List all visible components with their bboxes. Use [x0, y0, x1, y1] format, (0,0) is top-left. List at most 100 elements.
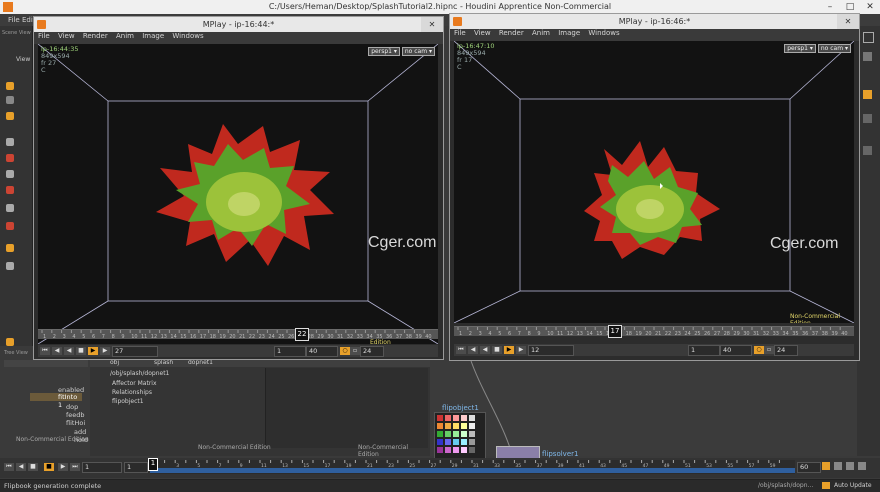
mplay-window-right[interactable]: MPlay - ip-16:46:* ✕ File View Render An…	[449, 13, 860, 361]
camera-tool-icon[interactable]	[6, 204, 14, 212]
mplay-frame-ruler[interactable]: 1234567891011121314151617181920212223242…	[38, 328, 438, 341]
jump-start-icon[interactable]: ⏮	[456, 346, 466, 354]
step-back-icon[interactable]: ◀	[16, 463, 26, 471]
mplay-title-bar[interactable]: MPlay - ip-16:46:* ✕	[450, 14, 859, 29]
step-back-icon[interactable]: ◀	[468, 346, 478, 354]
path-tab-splash[interactable]: splash	[154, 359, 173, 366]
loop-icon[interactable]: ○	[340, 347, 350, 355]
shelf-bottom-icon[interactable]	[6, 338, 14, 346]
mplay-menu-image[interactable]: Image	[558, 29, 580, 37]
snap-tool-icon[interactable]	[6, 186, 14, 194]
pane-option-icon[interactable]	[863, 32, 874, 43]
mplay-menu-file[interactable]: File	[454, 29, 466, 37]
display-tool-icon[interactable]	[6, 262, 14, 270]
mplay-menu-render[interactable]: Render	[499, 29, 524, 37]
node-label[interactable]: flipobject1	[442, 404, 479, 412]
close-button[interactable]: ✕	[860, 0, 880, 14]
real-time-icon[interactable]: ▫	[350, 347, 360, 355]
play-icon[interactable]: ▶	[88, 347, 98, 355]
view-tab[interactable]: View	[16, 56, 30, 63]
mplay-menu-windows[interactable]: Windows	[588, 29, 619, 37]
mplay-title-bar[interactable]: MPlay - ip-16:44:* ✕	[34, 17, 443, 32]
auto-update-button[interactable]: Auto Update	[834, 482, 872, 489]
range-end-field[interactable]: 40	[306, 346, 338, 357]
scale-tool-icon[interactable]	[6, 138, 14, 146]
tree-item[interactable]: dop	[66, 403, 78, 411]
jump-end-icon[interactable]: ⏭	[70, 463, 80, 471]
jump-end-icon[interactable]: ▶	[100, 347, 110, 355]
range-start-field[interactable]: 1	[274, 346, 306, 357]
mplay-menu-anim[interactable]: Anim	[532, 29, 550, 37]
frame-start-field[interactable]: 1	[82, 462, 122, 473]
persp-camera-menu[interactable]: persp1 ▾	[368, 47, 400, 56]
play-icon[interactable]: ■	[44, 463, 54, 471]
frame-field[interactable]: 1	[124, 462, 148, 473]
mplay-menu-file[interactable]: File	[38, 32, 50, 40]
mplay-menu-image[interactable]: Image	[142, 32, 164, 40]
rotate-tool-icon[interactable]	[6, 112, 14, 120]
play-icon[interactable]: ▶	[504, 346, 514, 354]
key-icon[interactable]	[822, 462, 830, 470]
play-forward-icon[interactable]: ▶	[58, 463, 68, 471]
jump-end-icon[interactable]: ▶	[516, 346, 526, 354]
mplay-viewport[interactable]: ip-16:47:10 849x594 fr 17 C persp1 ▾ no …	[454, 41, 854, 323]
jump-start-icon[interactable]: ⏮	[40, 347, 50, 355]
data-tree-item[interactable]: flipobject1	[112, 398, 144, 405]
update-icon[interactable]	[822, 482, 830, 489]
audio-icon[interactable]	[858, 462, 866, 470]
range-start-field[interactable]: 1	[688, 345, 720, 356]
render-tool-icon[interactable]	[6, 244, 14, 252]
mplay-viewport[interactable]: ip-16:44:35 849x594 fr 27 C persp1 ▾ no …	[38, 44, 438, 344]
mplay-close-button[interactable]: ✕	[837, 14, 859, 29]
node-label[interactable]: flipsolver1	[542, 450, 578, 458]
stop-icon[interactable]: ■	[76, 347, 86, 355]
data-tree-item[interactable]: Relationships	[112, 389, 152, 396]
jump-start-icon[interactable]: ⏮	[4, 463, 14, 471]
tree-item-selected[interactable]: fitInto 1	[30, 393, 82, 409]
stop-icon[interactable]: ■	[28, 463, 38, 471]
move-tool-icon[interactable]	[6, 96, 14, 104]
mplay-menu-anim[interactable]: Anim	[116, 32, 134, 40]
play-back-icon[interactable]: ◀	[64, 347, 74, 355]
channel-icon[interactable]	[834, 462, 842, 470]
minimize-button[interactable]: –	[820, 0, 840, 14]
persp-camera-menu[interactable]: persp1 ▾	[784, 44, 816, 53]
tree-item[interactable]: add	[74, 428, 86, 436]
maximize-button[interactable]: □	[840, 0, 860, 14]
path-tab-obj[interactable]: obj	[110, 359, 119, 366]
fps-field[interactable]: 24	[360, 346, 384, 357]
shade-option-icon[interactable]	[863, 146, 872, 155]
stop-icon[interactable]: ■	[492, 346, 502, 354]
data-tree-item[interactable]: Affector Matrix	[112, 380, 157, 387]
light-tool-icon[interactable]	[6, 222, 14, 230]
color-palette[interactable]	[434, 412, 486, 462]
timeline-current-frame[interactable]: 1	[148, 458, 158, 471]
tree-item[interactable]: feedb	[66, 411, 85, 419]
path-tab-dopnet[interactable]: dopnet1	[188, 359, 213, 366]
mplay-window-left[interactable]: MPlay - ip-16:44:* ✕ File View Render An…	[33, 16, 444, 360]
end-frame-field[interactable]: 60	[797, 462, 821, 473]
mplay-frame-ruler[interactable]: 1234567891011121314151617181920212223242…	[454, 325, 854, 338]
frame-field[interactable]: 27	[112, 346, 158, 357]
frame-field[interactable]: 12	[528, 345, 574, 356]
tree-item[interactable]: flitHoi	[66, 419, 85, 427]
select-tool-icon[interactable]	[6, 82, 14, 90]
loop-icon[interactable]: ○	[754, 346, 764, 354]
menu-file[interactable]: File	[8, 16, 20, 24]
range-end-field[interactable]: 40	[720, 345, 752, 356]
mplay-close-button[interactable]: ✕	[421, 17, 443, 32]
ruler-current-frame[interactable]: 22	[295, 328, 309, 341]
real-time-icon[interactable]: ▫	[764, 346, 774, 354]
display-option-icon[interactable]	[863, 52, 872, 61]
fps-field[interactable]: 24	[774, 345, 798, 356]
ruler-current-frame[interactable]: 17	[608, 325, 622, 338]
ghost-option-icon[interactable]	[863, 114, 872, 123]
timeline-bar[interactable]: 1357911131517192123252729313335373941434…	[150, 460, 795, 474]
scope-icon[interactable]	[846, 462, 854, 470]
mplay-menu-view[interactable]: View	[58, 32, 75, 40]
light-option-icon[interactable]	[863, 90, 872, 99]
mplay-menu-render[interactable]: Render	[83, 32, 108, 40]
handle-tool-icon[interactable]	[6, 154, 14, 162]
mplay-menu-windows[interactable]: Windows	[172, 32, 203, 40]
step-back-icon[interactable]: ◀	[52, 347, 62, 355]
